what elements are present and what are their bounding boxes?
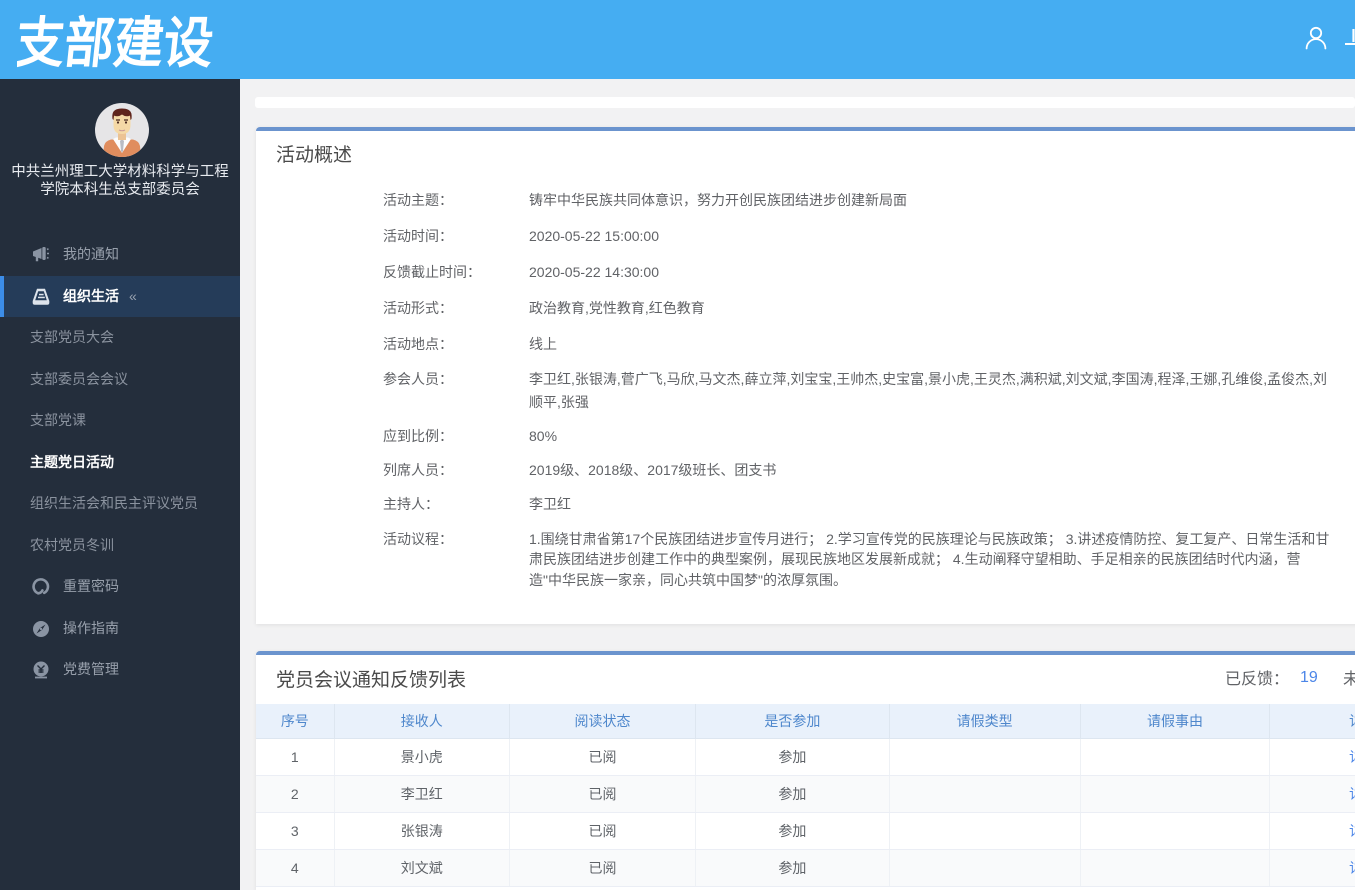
- svg-text:支部建设: 支部建设: [17, 13, 217, 72]
